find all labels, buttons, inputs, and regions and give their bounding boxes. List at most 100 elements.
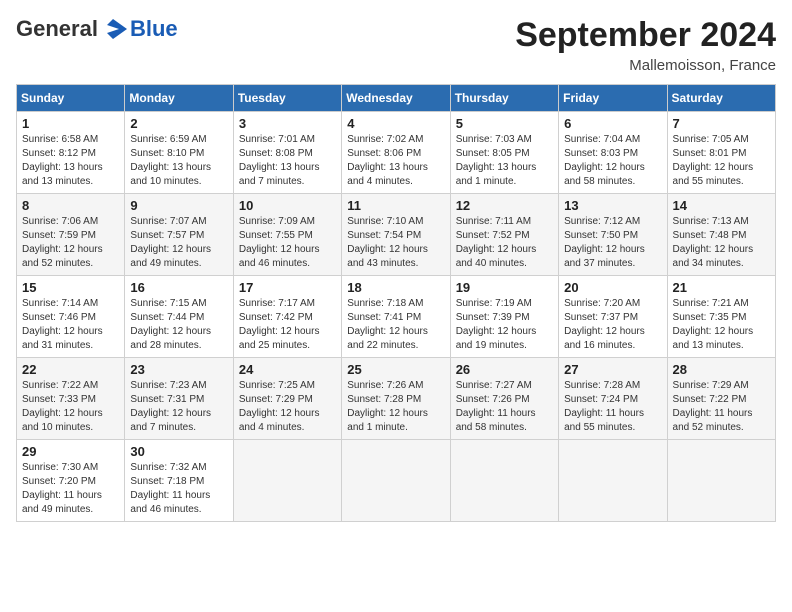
calendar-week-row: 8 Sunrise: 7:06 AM Sunset: 7:59 PM Daylig…: [17, 194, 776, 276]
day-number: 14: [673, 198, 770, 213]
day-info: Sunrise: 7:25 AM Sunset: 7:29 PM Dayligh…: [239, 379, 336, 435]
day-number: 17: [239, 280, 336, 295]
weekday-header-friday: Friday: [559, 85, 667, 112]
calendar-cell: 9 Sunrise: 7:07 AM Sunset: 7:57 PM Daylig…: [125, 194, 233, 276]
calendar-cell: 4Sunrise: 7:02 AM Sunset: 8:06 PM Daylig…: [342, 112, 450, 194]
day-number: 25: [347, 362, 444, 377]
logo: General Blue: [16, 16, 178, 42]
calendar-cell: 18Sunrise: 7:18 AM Sunset: 7:41 PM Dayli…: [342, 276, 450, 358]
day-number: 12: [456, 198, 553, 213]
calendar-cell: 19 Sunrise: 7:19 AM Sunset: 7:39 PM Dayli…: [450, 276, 558, 358]
location-title: Mallemoisson, France: [515, 57, 776, 74]
day-number: 13: [564, 198, 661, 213]
day-number: 29: [22, 444, 119, 459]
day-info: Sunrise: 7:15 AM Sunset: 7:44 PM Dayligh…: [130, 297, 227, 353]
calendar-week-row: 22 Sunrise: 7:22 AM Sunset: 7:33 PM Dayli…: [17, 358, 776, 440]
day-number: 20: [564, 280, 661, 295]
day-info: Sunrise: 7:02 AM Sunset: 8:06 PM Dayligh…: [347, 133, 444, 189]
calendar-cell: 3Sunrise: 7:01 AM Sunset: 8:08 PM Daylig…: [233, 112, 341, 194]
day-info: Sunrise: 7:23 AM Sunset: 7:31 PM Dayligh…: [130, 379, 227, 435]
day-info: Sunrise: 7:10 AM Sunset: 7:54 PM Dayligh…: [347, 215, 444, 271]
calendar-cell: 2 Sunrise: 6:59 AM Sunset: 8:10 PM Daylig…: [125, 112, 233, 194]
calendar-cell: 17 Sunrise: 7:17 AM Sunset: 7:42 PM Dayli…: [233, 276, 341, 358]
calendar-week-row: 15Sunrise: 7:14 AM Sunset: 7:46 PM Dayli…: [17, 276, 776, 358]
day-number: 8: [22, 198, 119, 213]
calendar-cell: 8 Sunrise: 7:06 AM Sunset: 7:59 PM Daylig…: [17, 194, 125, 276]
day-number: 30: [130, 444, 227, 459]
calendar-cell: 29 Sunrise: 7:30 AM Sunset: 7:20 PM Dayli…: [17, 440, 125, 522]
calendar-cell: 13 Sunrise: 7:12 AM Sunset: 7:50 PM Dayli…: [559, 194, 667, 276]
day-number: 6: [564, 116, 661, 131]
calendar-cell: 14Sunrise: 7:13 AM Sunset: 7:48 PM Dayli…: [667, 194, 775, 276]
day-info: Sunrise: 7:30 AM Sunset: 7:20 PM Dayligh…: [22, 461, 119, 517]
month-title: September 2024: [515, 16, 776, 55]
day-info: Sunrise: 7:04 AM Sunset: 8:03 PM Dayligh…: [564, 133, 661, 189]
day-info: Sunrise: 7:11 AM Sunset: 7:52 PM Dayligh…: [456, 215, 553, 271]
day-info: Sunrise: 7:20 AM Sunset: 7:37 PM Dayligh…: [564, 297, 661, 353]
day-number: 28: [673, 362, 770, 377]
day-info: Sunrise: 6:59 AM Sunset: 8:10 PM Dayligh…: [130, 133, 227, 189]
calendar-cell: 5 Sunrise: 7:03 AM Sunset: 8:05 PM Daylig…: [450, 112, 558, 194]
day-number: 26: [456, 362, 553, 377]
calendar-cell: [450, 440, 558, 522]
weekday-header-wednesday: Wednesday: [342, 85, 450, 112]
calendar-week-row: 1 Sunrise: 6:58 AM Sunset: 8:12 PM Daylig…: [17, 112, 776, 194]
calendar-cell: 28 Sunrise: 7:29 AM Sunset: 7:22 PM Dayli…: [667, 358, 775, 440]
day-info: Sunrise: 7:07 AM Sunset: 7:57 PM Dayligh…: [130, 215, 227, 271]
day-info: Sunrise: 7:03 AM Sunset: 8:05 PM Dayligh…: [456, 133, 553, 189]
day-info: Sunrise: 7:19 AM Sunset: 7:39 PM Dayligh…: [456, 297, 553, 353]
calendar-cell: 16Sunrise: 7:15 AM Sunset: 7:44 PM Dayli…: [125, 276, 233, 358]
calendar-week-row: 29 Sunrise: 7:30 AM Sunset: 7:20 PM Dayli…: [17, 440, 776, 522]
day-number: 1: [22, 116, 119, 131]
calendar-cell: [559, 440, 667, 522]
day-info: Sunrise: 7:06 AM Sunset: 7:59 PM Dayligh…: [22, 215, 119, 271]
logo-blue-text: Blue: [130, 16, 178, 42]
day-number: 2: [130, 116, 227, 131]
day-number: 10: [239, 198, 336, 213]
weekday-header-saturday: Saturday: [667, 85, 775, 112]
calendar-cell: 30 Sunrise: 7:32 AM Sunset: 7:18 PM Dayli…: [125, 440, 233, 522]
calendar-cell: [233, 440, 341, 522]
calendar-cell: 20 Sunrise: 7:20 AM Sunset: 7:37 PM Dayli…: [559, 276, 667, 358]
day-info: Sunrise: 7:22 AM Sunset: 7:33 PM Dayligh…: [22, 379, 119, 435]
calendar-cell: 1 Sunrise: 6:58 AM Sunset: 8:12 PM Daylig…: [17, 112, 125, 194]
day-number: 5: [456, 116, 553, 131]
day-info: Sunrise: 6:58 AM Sunset: 8:12 PM Dayligh…: [22, 133, 119, 189]
day-info: Sunrise: 7:32 AM Sunset: 7:18 PM Dayligh…: [130, 461, 227, 517]
page-header: General Blue September 2024 Mallemoisson…: [16, 16, 776, 74]
calendar-table: SundayMondayTuesdayWednesdayThursdayFrid…: [16, 84, 776, 522]
calendar-cell: 27Sunrise: 7:28 AM Sunset: 7:24 PM Dayli…: [559, 358, 667, 440]
day-info: Sunrise: 7:18 AM Sunset: 7:41 PM Dayligh…: [347, 297, 444, 353]
day-number: 15: [22, 280, 119, 295]
weekday-header-thursday: Thursday: [450, 85, 558, 112]
calendar-cell: 26 Sunrise: 7:27 AM Sunset: 7:26 PM Dayli…: [450, 358, 558, 440]
day-info: Sunrise: 7:05 AM Sunset: 8:01 PM Dayligh…: [673, 133, 770, 189]
day-info: Sunrise: 7:27 AM Sunset: 7:26 PM Dayligh…: [456, 379, 553, 435]
logo-general-text: General: [16, 16, 98, 42]
day-number: 11: [347, 198, 444, 213]
calendar-header-row: SundayMondayTuesdayWednesdayThursdayFrid…: [17, 85, 776, 112]
calendar-cell: 12 Sunrise: 7:11 AM Sunset: 7:52 PM Dayli…: [450, 194, 558, 276]
day-number: 23: [130, 362, 227, 377]
calendar-cell: 7Sunrise: 7:05 AM Sunset: 8:01 PM Daylig…: [667, 112, 775, 194]
calendar-cell: 11 Sunrise: 7:10 AM Sunset: 7:54 PM Dayli…: [342, 194, 450, 276]
day-number: 19: [456, 280, 553, 295]
weekday-header-sunday: Sunday: [17, 85, 125, 112]
calendar-cell: 23 Sunrise: 7:23 AM Sunset: 7:31 PM Dayli…: [125, 358, 233, 440]
day-number: 9: [130, 198, 227, 213]
day-info: Sunrise: 7:12 AM Sunset: 7:50 PM Dayligh…: [564, 215, 661, 271]
calendar-cell: [342, 440, 450, 522]
weekday-header-tuesday: Tuesday: [233, 85, 341, 112]
day-number: 24: [239, 362, 336, 377]
day-info: Sunrise: 7:21 AM Sunset: 7:35 PM Dayligh…: [673, 297, 770, 353]
calendar-cell: 25Sunrise: 7:26 AM Sunset: 7:28 PM Dayli…: [342, 358, 450, 440]
calendar-cell: 22 Sunrise: 7:22 AM Sunset: 7:33 PM Dayli…: [17, 358, 125, 440]
calendar-cell: 15Sunrise: 7:14 AM Sunset: 7:46 PM Dayli…: [17, 276, 125, 358]
day-info: Sunrise: 7:29 AM Sunset: 7:22 PM Dayligh…: [673, 379, 770, 435]
calendar-cell: 21Sunrise: 7:21 AM Sunset: 7:35 PM Dayli…: [667, 276, 775, 358]
day-info: Sunrise: 7:17 AM Sunset: 7:42 PM Dayligh…: [239, 297, 336, 353]
calendar-cell: [667, 440, 775, 522]
day-number: 22: [22, 362, 119, 377]
calendar-cell: 10Sunrise: 7:09 AM Sunset: 7:55 PM Dayli…: [233, 194, 341, 276]
calendar-cell: 6 Sunrise: 7:04 AM Sunset: 8:03 PM Daylig…: [559, 112, 667, 194]
